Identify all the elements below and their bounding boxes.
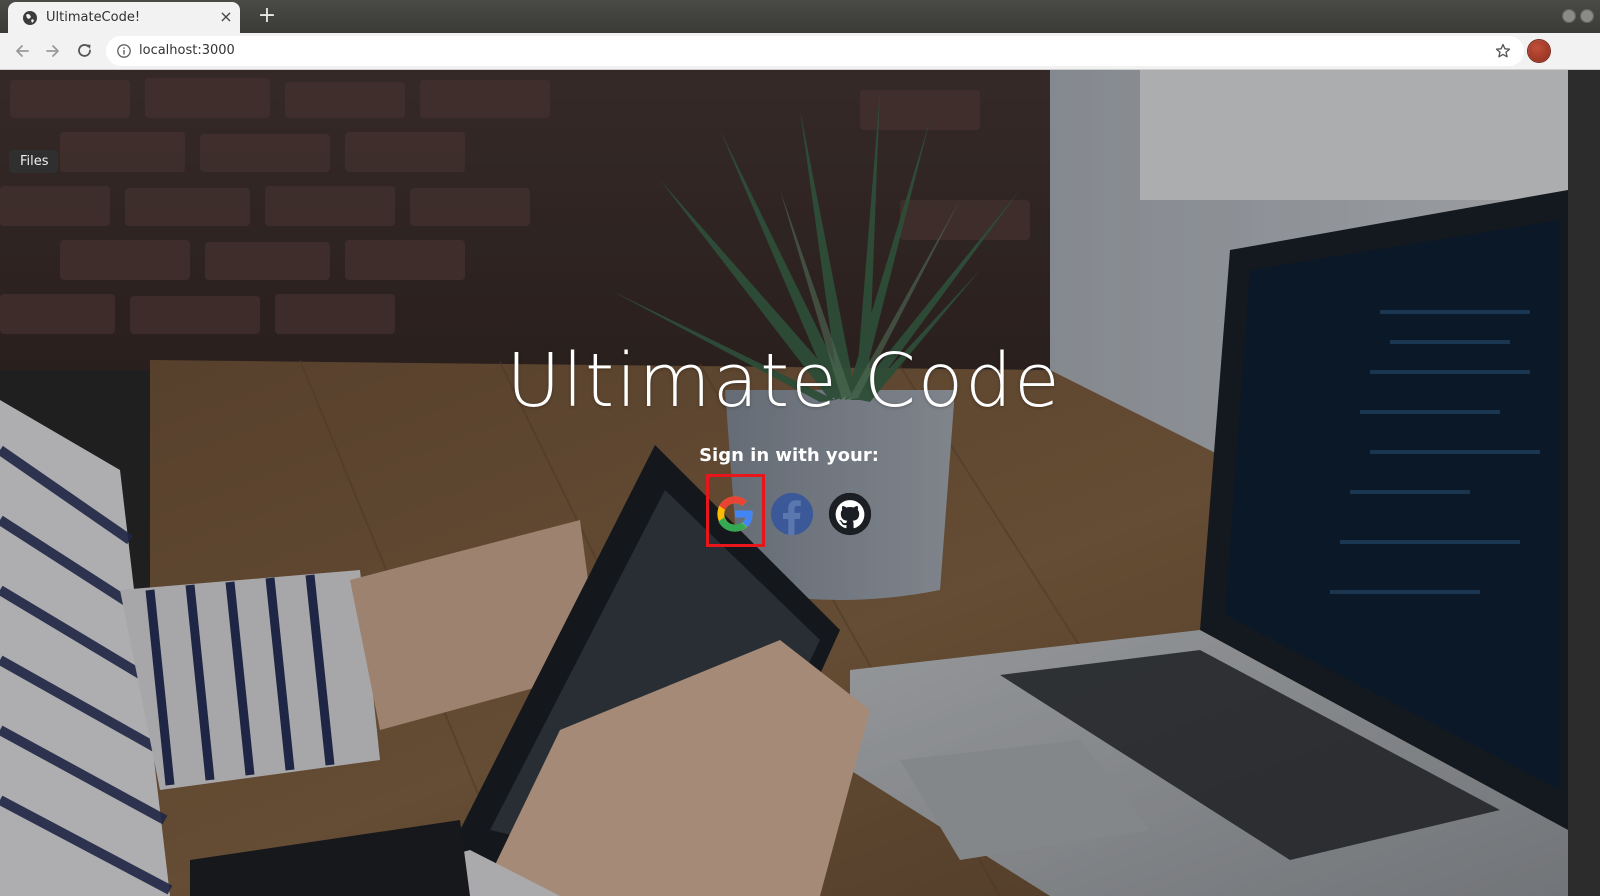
forward-arrow-icon[interactable] [43,41,63,61]
info-icon[interactable] [116,43,132,59]
google-selection-highlight [706,474,765,547]
back-arrow-icon[interactable] [12,41,32,61]
address-bar[interactable]: localhost:3000 [106,36,1524,66]
avatar[interactable] [1528,40,1550,62]
browser-window: UltimateCode! × + localhost:3000 Files U… [0,0,1600,896]
tab-title: UltimateCode! [46,10,141,25]
files-tooltip: Files [9,150,58,173]
hero-title: Ultimate Code [506,338,1062,424]
window-edge [1568,70,1600,896]
minimize-button[interactable] [1562,9,1576,23]
tab-strip: UltimateCode! × + [0,0,1600,33]
maximize-button[interactable] [1580,9,1594,23]
hero-background-image [0,70,1568,896]
tab-ultimatecode[interactable]: UltimateCode! × [8,2,240,33]
github-icon[interactable] [827,491,873,537]
tab-close-button[interactable]: × [218,9,234,25]
facebook-icon[interactable] [769,491,815,537]
signin-prompt: Sign in with your: [699,445,879,466]
new-tab-button[interactable]: + [256,5,278,28]
window-controls [1562,9,1594,23]
url-text: localhost:3000 [139,43,235,58]
reload-icon[interactable] [75,41,95,61]
star-icon[interactable] [1494,42,1512,60]
browser-toolbar: localhost:3000 [0,33,1600,70]
page-viewport: Files Ultimate Code Sign in with your: [0,70,1568,896]
globe-icon [23,11,37,25]
